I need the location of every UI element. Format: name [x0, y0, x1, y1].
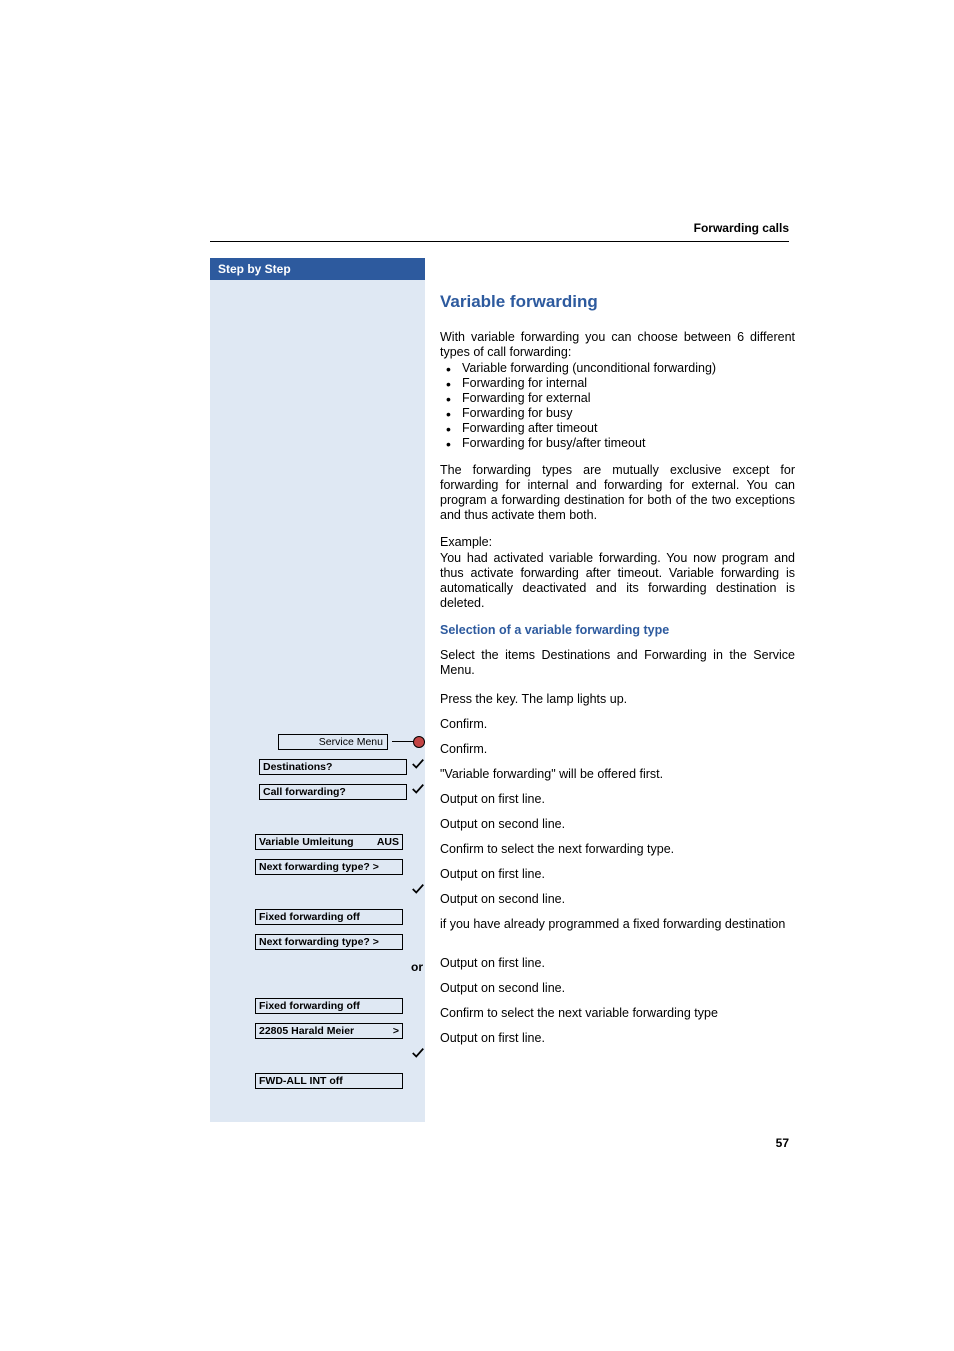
- step-confirm-2: Confirm.: [440, 742, 795, 759]
- sidebar-row-harald-meier: 22805 Harald Meier >: [210, 1018, 425, 1043]
- checkmark-icon: [411, 757, 425, 776]
- step-text: Output on first line.: [440, 792, 545, 807]
- menu-left: 22805 Harald Meier: [259, 1025, 354, 1037]
- sidebar-elements: Service Menu Destinations? Call forwardi…: [210, 729, 425, 1093]
- step-output-second-2: Output on second line.: [440, 892, 795, 909]
- list-item: Forwarding after timeout: [440, 421, 795, 436]
- sub-heading: Selection of a variable forwarding type: [440, 623, 795, 638]
- checkmark-icon: [411, 1046, 425, 1065]
- list-item: Variable forwarding (unconditional forwa…: [440, 361, 795, 376]
- checkmark-icon: [411, 882, 425, 901]
- list-item: Forwarding for busy/after timeout: [440, 436, 795, 451]
- sidebar-row-fixed-off-2: Fixed forwarding off: [210, 993, 425, 1018]
- step-output-second-1: Output on second line.: [440, 817, 795, 834]
- step-text: Output on first line.: [440, 1031, 545, 1046]
- list-item: Forwarding for external: [440, 391, 795, 406]
- example-label: Example:: [440, 535, 795, 550]
- exclusive-paragraph: The forwarding types are mutually exclus…: [440, 463, 795, 523]
- header-section-label: Forwarding calls: [694, 221, 789, 235]
- menu-box-fixed-off: Fixed forwarding off: [255, 998, 403, 1014]
- step-text: Output on second line.: [440, 981, 565, 996]
- sidebar-row-fixed-off-1: Fixed forwarding off: [210, 904, 425, 929]
- menu-right: >: [393, 1025, 399, 1037]
- sidebar-row-check-only: [210, 879, 425, 904]
- sidebar-row-fwd-all-int: FWD-ALL INT off: [210, 1068, 425, 1093]
- step-text: Confirm.: [440, 742, 487, 757]
- step-output-first-4: Output on first line.: [440, 1031, 795, 1048]
- list-item: Forwarding for busy: [440, 406, 795, 421]
- main-content: Variable forwarding With variable forwar…: [440, 292, 795, 1056]
- step-text: Confirm to select the next variable forw…: [440, 1006, 718, 1021]
- step-press-key: Press the key. The lamp lights up.: [440, 692, 795, 709]
- step-confirm-next-1: Confirm to select the next forwarding ty…: [440, 842, 795, 859]
- sidebar-row-destinations: Destinations?: [210, 754, 425, 779]
- menu-box-fixed-off: Fixed forwarding off: [255, 909, 403, 925]
- sidebar-row-service-menu: Service Menu: [210, 729, 425, 754]
- step-text: Output on second line.: [440, 817, 565, 832]
- menu-box-destinations: Destinations?: [259, 759, 407, 775]
- sidebar-row-or: or: [210, 954, 425, 979]
- key-icon: [392, 736, 425, 748]
- menu-box-harald-meier: 22805 Harald Meier >: [255, 1023, 403, 1039]
- menu-box-variable-umleitung: Variable Umleitung AUS: [255, 834, 403, 850]
- list-item: Forwarding for internal: [440, 376, 795, 391]
- step-output-first-2: Output on first line.: [440, 867, 795, 884]
- intro-paragraph: With variable forwarding you can choose …: [440, 330, 795, 360]
- step-text: Output on second line.: [440, 892, 565, 907]
- sidebar-row-next-type-2: Next forwarding type? >: [210, 929, 425, 954]
- step-confirm-1: Confirm.: [440, 717, 795, 734]
- step-text: Confirm.: [440, 717, 487, 732]
- step-text: Output on first line.: [440, 956, 545, 971]
- menu-box-call-forwarding: Call forwarding?: [259, 784, 407, 800]
- key-lamp-icon: [413, 736, 425, 748]
- sidebar-row-variable-umleitung: Variable Umleitung AUS: [210, 829, 425, 854]
- menu-left: Variable Umleitung: [259, 836, 354, 848]
- step-confirm-next-variable: Confirm to select the next variable forw…: [440, 1006, 795, 1023]
- menu-box-service-menu: Service Menu: [278, 734, 388, 750]
- sidebar-row-blank: [210, 804, 425, 829]
- step-offered-first: "Variable forwarding" will be offered fi…: [440, 767, 795, 784]
- step-output-second-3: Output on second line.: [440, 981, 795, 998]
- page-header: Forwarding calls: [210, 221, 789, 242]
- sidebar-row-call-forwarding: Call forwarding?: [210, 779, 425, 804]
- forwarding-types-list: Variable forwarding (unconditional forwa…: [440, 361, 795, 451]
- example-paragraph: You had activated variable forwarding. Y…: [440, 551, 795, 611]
- key-line: [392, 741, 414, 742]
- main-title: Variable forwarding: [440, 292, 795, 312]
- step-text: Confirm to select the next forwarding ty…: [440, 842, 674, 857]
- checkmark-icon: [411, 782, 425, 801]
- step-output-first-1: Output on first line.: [440, 792, 795, 809]
- step-or-programmed: if you have already programmed a fixed f…: [440, 917, 795, 948]
- menu-box-next-type: Next forwarding type? >: [255, 934, 403, 950]
- select-items-paragraph: Select the items Destinations and Forwar…: [440, 648, 795, 678]
- step-text: if you have already programmed a fixed f…: [440, 917, 785, 932]
- sidebar-title: Step by Step: [218, 262, 291, 276]
- menu-right: AUS: [377, 836, 399, 848]
- sidebar-row-blank-short: [210, 979, 425, 993]
- step-text: Output on first line.: [440, 867, 545, 882]
- step-text: Press the key. The lamp lights up.: [440, 692, 627, 707]
- menu-box-next-type: Next forwarding type? >: [255, 859, 403, 875]
- or-label: or: [411, 960, 423, 974]
- step-output-first-3: Output on first line.: [440, 956, 795, 973]
- page-number: 57: [776, 1136, 789, 1150]
- sidebar-title-bar: Step by Step: [210, 258, 425, 280]
- menu-box-fwd-all-int: FWD-ALL INT off: [255, 1073, 403, 1089]
- sidebar-row-next-type-1: Next forwarding type? >: [210, 854, 425, 879]
- sidebar-row-check-only-2: [210, 1043, 425, 1068]
- step-text: "Variable forwarding" will be offered fi…: [440, 767, 663, 782]
